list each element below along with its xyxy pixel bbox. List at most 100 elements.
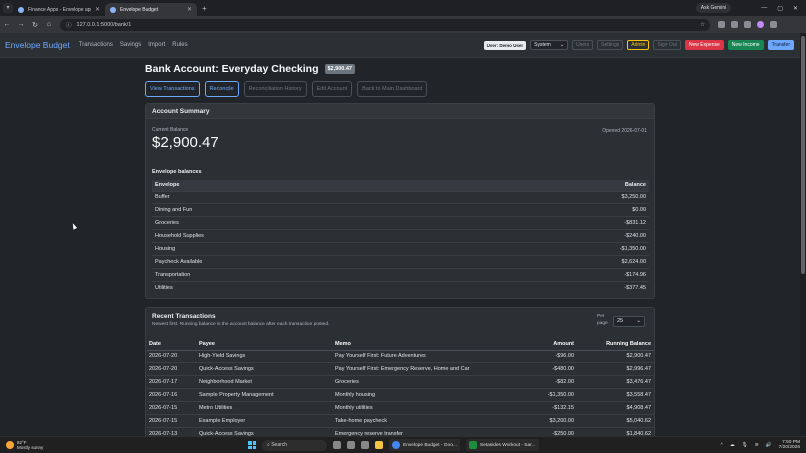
tx-amount: $3,200.00 [523, 414, 577, 428]
reconciliation-history-button[interactable]: Reconciliation History [243, 81, 307, 97]
current-balance-label: Current Balance [152, 127, 189, 133]
tab-close-icon[interactable]: ✕ [95, 6, 100, 13]
envelope-name: Utilities [152, 280, 459, 295]
extensions-puzzle-icon[interactable] [731, 21, 738, 28]
envelope-name: Household Supplies [152, 229, 459, 243]
taskbar-search[interactable]: ⌕ Search [262, 439, 327, 451]
new-income-button[interactable]: New Income [727, 40, 764, 50]
new-expense-button[interactable]: New Expense [684, 40, 724, 50]
weather-widget[interactable]: 82°F Mostly sunny [6, 440, 43, 450]
tab-favicon-icon [110, 6, 116, 13]
theme-select[interactable]: System ⌄ [530, 40, 569, 50]
table-row[interactable]: 2026-07-13 Quick-Access Savings Emergency … [147, 427, 654, 436]
tx-memo: Pay Yourself First: Future Adventures [333, 350, 523, 364]
per-page-value: 25 [617, 318, 624, 324]
column-header-amount: Amount [523, 338, 577, 351]
per-page-select[interactable]: 25 ⌄ [613, 316, 645, 327]
address-bar[interactable]: ⓘ 127.0.0.1:5000/bank/1 ☆ [60, 18, 710, 31]
menu-kebab-icon[interactable] [770, 21, 777, 28]
home-icon[interactable]: ⌂ [42, 21, 56, 28]
clock-date: 7/20/2026 [778, 445, 800, 450]
table-row[interactable]: 2026-07-20 Quick-Access Savings Pay Yourse… [147, 362, 654, 377]
taskbar-search-label: Search [271, 441, 288, 448]
bookmark-star-icon[interactable]: ☆ [700, 22, 705, 28]
app-icon[interactable] [361, 441, 369, 449]
extensions-area [718, 21, 777, 28]
table-row[interactable]: 2026-07-20 High-Yield Savings Pay Yourself… [147, 350, 654, 364]
settings-button[interactable]: Settings [597, 40, 624, 50]
sign-out-button[interactable]: Sign Out [653, 40, 681, 50]
current-balance-value: $2,900.47 [152, 134, 219, 151]
wifi-icon[interactable]: ≋ [755, 443, 759, 448]
back-to-dashboard-button[interactable]: Back to Main Dashboard [357, 81, 428, 97]
envelope-name: Housing [152, 242, 459, 256]
maximize-icon[interactable]: ▢ [777, 5, 783, 12]
tx-memo: Pay Yourself First: Emergency Reserve, H… [333, 362, 523, 377]
table-row[interactable]: 2026-07-15 Example Employer Take-home payc… [147, 414, 654, 428]
site-info-icon[interactable]: ⓘ [66, 21, 72, 29]
opened-date: Opened 2026-07-01 [602, 128, 647, 134]
forward-icon[interactable]: → [14, 21, 28, 28]
ask-gemini-button[interactable]: Ask Gemini [695, 3, 732, 13]
envelope-balance: -$377.45 [458, 280, 649, 295]
balance-badge: $2,900.47 [324, 64, 355, 74]
taskbar-app-sheets[interactable]: Setasides Workout - Sar... [465, 439, 539, 451]
transfer-button[interactable]: Transfer [767, 40, 794, 50]
close-window-icon[interactable]: ✕ [793, 5, 798, 12]
windows-start-icon[interactable] [248, 441, 256, 449]
nav-link-rules[interactable]: Rules [172, 42, 187, 48]
profile-avatar[interactable] [757, 21, 764, 28]
cloud-icon[interactable]: ☁ [730, 443, 735, 448]
tx-running-balance: $2,900.47 [577, 350, 654, 364]
tx-memo: Monthly utilities [333, 401, 523, 415]
widgets-icon[interactable] [347, 441, 355, 449]
browser-tab-finance-apps[interactable]: Finance Apps - Envelope app a... ✕ [13, 3, 105, 16]
tx-payee: Neighborhood Market [197, 375, 333, 390]
tab-title: Envelope Budget [120, 6, 159, 13]
tx-payee: Quick-Access Savings [197, 427, 333, 436]
page-scrollbar[interactable] [800, 33, 806, 436]
microphone-icon[interactable]: 🎙 [742, 443, 748, 448]
envelope-balances-body: Buffer $3,250.00 Dining and Fun $0.00 Grocer… [152, 190, 649, 295]
minimize-icon[interactable]: — [761, 5, 767, 12]
taskbar-app-label: Setasides Workout - Sar... [479, 442, 536, 448]
tab-close-icon[interactable]: ✕ [187, 6, 192, 13]
clock[interactable]: 7:50 PM 7/20/2026 [779, 440, 800, 451]
view-transactions-button[interactable]: View Transactions [145, 81, 200, 97]
nav-link-transactions[interactable]: Transactions [79, 42, 113, 48]
browser-tab-envelope-budget[interactable]: Envelope Budget ✕ [105, 3, 197, 16]
column-header-memo: Memo [333, 338, 523, 351]
chevron-up-icon[interactable]: ^ [720, 443, 722, 448]
table-row[interactable]: 2026-07-15 Metro Utilities Monthly utiliti… [147, 401, 654, 415]
edit-account-button[interactable]: Edit Account [311, 81, 353, 97]
sidebar-icon[interactable] [744, 21, 751, 28]
new-tab-icon[interactable]: + [202, 4, 207, 13]
brand-link[interactable]: Envelope Budget [5, 40, 70, 50]
nav-link-import[interactable]: Import [148, 42, 165, 48]
users-button[interactable]: Users [572, 40, 594, 50]
taskbar-app-chrome[interactable]: Envelope Budget - Goo... [389, 439, 460, 451]
tx-running-balance: $3,476.47 [577, 375, 654, 390]
nav-link-savings[interactable]: Savings [120, 42, 141, 48]
task-view-icon[interactable] [333, 441, 341, 449]
table-header-row: Date Payee Memo Amount Running Balance [147, 338, 654, 351]
browser-tab-bar: ▾ Finance Apps - Envelope app a... ✕ Env… [0, 0, 806, 16]
scrollbar-thumb[interactable] [801, 36, 805, 274]
sheets-icon [468, 441, 477, 449]
tx-running-balance: $3,558.47 [577, 388, 654, 403]
table-row[interactable]: 2026-07-17 Neighborhood Market Groceries -$… [147, 375, 654, 390]
account-actions: View Transactions Reconcile Reconciliati… [145, 81, 428, 97]
reload-icon[interactable]: ↻ [28, 21, 42, 29]
tab-search-icon[interactable]: ▾ [3, 3, 13, 13]
admin-button[interactable]: Admin [627, 40, 650, 50]
extension-icon[interactable] [718, 21, 725, 28]
tx-running-balance: $4,908.47 [577, 401, 654, 415]
volume-icon[interactable]: 🔊 [766, 443, 772, 448]
file-explorer-icon[interactable] [375, 441, 383, 449]
back-icon[interactable]: ← [0, 21, 14, 28]
reconcile-button[interactable]: Reconcile [204, 81, 239, 97]
tx-date: 2026-07-20 [147, 362, 197, 377]
tx-running-balance: $1,840.62 [577, 427, 654, 436]
table-row[interactable]: 2026-07-16 Sample Property Management Mont… [147, 388, 654, 403]
mouse-cursor-icon [70, 222, 78, 230]
